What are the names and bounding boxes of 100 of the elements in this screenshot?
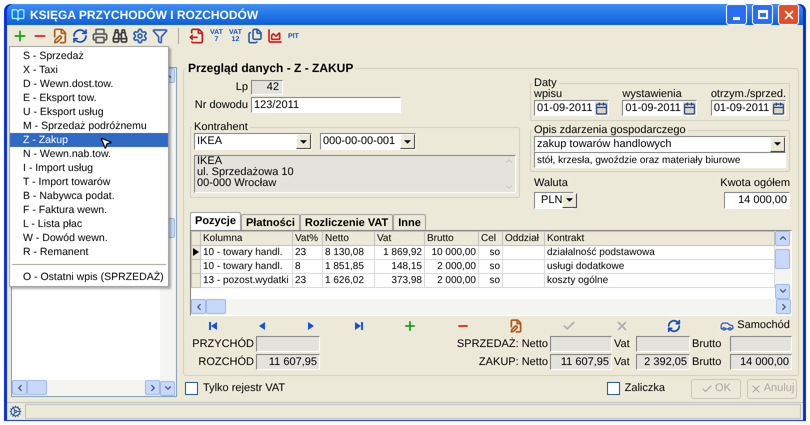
- date-label: wpisu: [534, 89, 564, 100]
- menu-item[interactable]: T - Import towarów: [10, 175, 168, 189]
- date-field[interactable]: 01-09-2011: [710, 100, 786, 116]
- caret-icon: [300, 140, 307, 144]
- menu-item[interactable]: S - Sprzedaż: [10, 49, 168, 63]
- printer-icon[interactable]: [92, 28, 108, 44]
- table-cell: so: [479, 246, 503, 260]
- tab[interactable]: Pozycje: [190, 212, 241, 230]
- edit-icon[interactable]: [52, 28, 68, 44]
- column-header[interactable]: Cel: [479, 230, 503, 246]
- date-field[interactable]: 01-09-2011: [534, 100, 609, 116]
- refresh-icon[interactable]: [72, 28, 88, 44]
- menu-item[interactable]: U - Eksport usług: [10, 105, 168, 119]
- scroll-thumb[interactable]: [206, 299, 226, 314]
- binoculars-icon[interactable]: [112, 28, 128, 44]
- date-field[interactable]: 01-09-2011: [622, 100, 698, 116]
- plus-icon[interactable]: [403, 318, 418, 332]
- column-header[interactable]: Kontrakt: [545, 230, 775, 246]
- first-record-icon[interactable]: [208, 320, 218, 330]
- menu-item[interactable]: D - Wewn.dost.tow.: [10, 77, 168, 91]
- tab[interactable]: Płatności: [240, 214, 300, 230]
- scroll-left-button[interactable]: [12, 380, 27, 395]
- column-header[interactable]: Netto: [323, 230, 375, 246]
- car-button[interactable]: Samochód: [720, 317, 790, 334]
- menu-item[interactable]: Z - Zakup: [10, 133, 168, 147]
- column-header[interactable]: Kolumna: [201, 230, 293, 246]
- table-cell: 8 130,08: [323, 246, 375, 260]
- menu-item[interactable]: E - Eksport tow.: [10, 91, 168, 105]
- scroll-down-button[interactable]: [160, 380, 175, 396]
- dropdown-button[interactable]: [562, 192, 578, 208]
- chart-icon[interactable]: [266, 28, 283, 44]
- date-label: otrzym./sprzed.: [710, 89, 786, 100]
- menu-item[interactable]: X - Taxi: [10, 63, 168, 77]
- scroll-up-button[interactable]: [775, 230, 790, 246]
- purchase-net-label: ZAKUP: Netto: [478, 355, 548, 370]
- maximize-button[interactable]: [752, 4, 773, 25]
- menu-item[interactable]: W - Dowód wewn.: [10, 231, 168, 245]
- tab[interactable]: Inne: [393, 214, 426, 230]
- filter-icon[interactable]: [152, 28, 168, 44]
- scroll-right-button[interactable]: [145, 380, 160, 395]
- dropdown-button[interactable]: [770, 136, 785, 152]
- last-record-icon[interactable]: [354, 320, 364, 330]
- currency-select[interactable]: PLN: [534, 192, 574, 208]
- checkbox[interactable]: [185, 382, 198, 395]
- calendar-icon[interactable]: [772, 102, 785, 114]
- export-icon[interactable]: [189, 28, 205, 44]
- scroll-down-button[interactable]: [775, 284, 790, 298]
- scroll-thumb[interactable]: [775, 248, 790, 268]
- row-indicator[interactable]: [191, 246, 201, 260]
- scroll-right-button[interactable]: [776, 299, 791, 314]
- next-icon[interactable]: [306, 320, 316, 330]
- group-label: Daty: [533, 77, 558, 89]
- menu-item[interactable]: N - Wewn.nab.tow.: [10, 147, 168, 161]
- expense-label: ROZCHÓD: [197, 354, 254, 370]
- calendar-icon[interactable]: [595, 102, 608, 114]
- address-line: 00-000 Wrocław: [197, 178, 276, 189]
- description-field[interactable]: stół, krzesła, gwoździe oraz materiały biurowe: [534, 152, 786, 168]
- settings-icon[interactable]: [132, 28, 148, 44]
- category-select[interactable]: zakup towarów handlowych: [534, 136, 786, 152]
- scroll-thumb[interactable]: [27, 380, 47, 395]
- sales-vat-label: Vat: [614, 336, 631, 352]
- edit-icon[interactable]: [508, 318, 523, 332]
- column-header[interactable]: Oddział: [503, 230, 545, 246]
- close-icon: [750, 382, 762, 394]
- scroll-left-button[interactable]: [191, 299, 206, 314]
- menu-item[interactable]: B - Nabywca podat.: [10, 189, 168, 203]
- plus-icon[interactable]: [12, 28, 28, 44]
- calendar-icon[interactable]: [683, 102, 696, 114]
- table-cell: 148,15: [375, 260, 425, 274]
- book-icon: [11, 8, 25, 22]
- column-header[interactable]: Vat%: [293, 230, 323, 246]
- purchase-net-field: 11 607,95: [550, 354, 612, 370]
- dropdown-button[interactable]: [296, 134, 311, 149]
- previous-icon[interactable]: [256, 320, 267, 330]
- column-header[interactable]: Brutto: [425, 230, 479, 246]
- group-label: Kontrahent: [193, 121, 249, 133]
- address-line: IKEA: [197, 156, 224, 167]
- documents-icon[interactable]: [246, 28, 263, 44]
- table-cell: koszty ogólne: [545, 274, 775, 288]
- close-button[interactable]: [778, 4, 799, 25]
- contractor-select[interactable]: IKEA: [194, 133, 312, 150]
- table-cell: 2 000,00: [425, 274, 479, 288]
- total-amount-field[interactable]: 14 000,00: [724, 192, 790, 208]
- checkbox[interactable]: [606, 382, 620, 395]
- table-cell: [503, 246, 545, 260]
- dropdown-button[interactable]: [400, 134, 415, 149]
- menu-item[interactable]: F - Faktura wewn.: [10, 203, 168, 217]
- menu-item[interactable]: M - Sprzedaż podróżnemu: [10, 119, 168, 133]
- sales-vat-field: [636, 336, 690, 352]
- menu-item[interactable]: L - Lista płac: [10, 217, 168, 231]
- refresh-icon[interactable]: [667, 318, 682, 332]
- minimize-button[interactable]: [726, 4, 747, 25]
- menu-item[interactable]: I - Import usług: [10, 161, 168, 175]
- tab[interactable]: Rozliczenie VAT: [300, 214, 394, 230]
- document-number-field[interactable]: 123/2011: [251, 96, 401, 113]
- column-header[interactable]: Vat: [375, 230, 425, 246]
- tax-id-select[interactable]: 000-00-00-001: [320, 133, 416, 150]
- menu-item[interactable]: O - Ostatni wpis (SPRZEDAŻ): [10, 270, 168, 284]
- income-label: PRZYCHÓD: [191, 336, 254, 352]
- menu-item[interactable]: R - Remanent: [10, 245, 168, 259]
